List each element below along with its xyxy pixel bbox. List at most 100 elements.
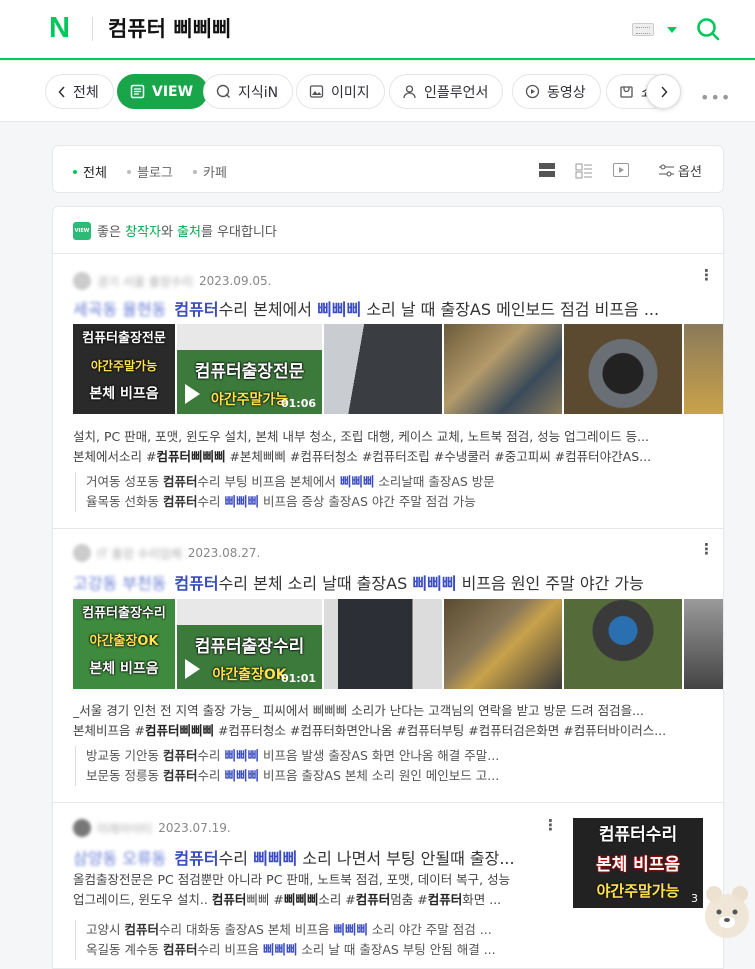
- thumbnail-caption: 본체 비프음: [89, 386, 159, 402]
- related-post-link[interactable]: 옥길동 계수동 컴퓨터수리 비프음 삐삐삐 소리 날 때 출장AS 부팅 안됨 …: [86, 940, 536, 960]
- related-post-link[interactable]: 고양시 컴퓨터수리 대화동 출장AS 본체 비프음 삐삐삐 소리 야간 주말 점…: [86, 920, 536, 940]
- author-info[interactable]: 미래아이티 2023.07.19.: [73, 819, 231, 837]
- related-post-link[interactable]: 거여동 성포동 컴퓨터수리 부팅 비프음 본체에서 삐삐삐 소리날때 출장AS …: [86, 472, 536, 492]
- hashtag-line: 본체에서소리 #컴퓨터삐삐삐 #본체삐삐 #컴퓨터청소 #컴퓨터조립 #수냉쿨러…: [73, 447, 713, 467]
- thumbnail-strip: 컴퓨터출장수리 야간출장OK 본체 비프음 컴퓨터출장수리 야간출장OK 01:…: [73, 599, 723, 689]
- search-tab-bar: 전체 VIEW 지식iN 이미지 인플루언서 동영상 쇼 •••: [0, 61, 755, 122]
- search-query-input[interactable]: 컴퓨터 삐삐삐: [108, 13, 231, 43]
- tab-video[interactable]: 동영상: [512, 74, 601, 109]
- hashtag-text: 소리 #: [318, 892, 356, 907]
- thumbnail-strip: 컴퓨터출장전문 야간주말가능 본체 비프음 컴퓨터출장전문 야간주말가능 01:…: [73, 324, 723, 414]
- title-text: 수리: [218, 849, 254, 868]
- notice-text: 좋은: [97, 225, 126, 240]
- result-title-link[interactable]: 세곡동 율현동 컴퓨터수리 본체에서 삐삐삐 소리 날 때 출장AS 메인보드 점…: [73, 296, 703, 320]
- kebab-menu-icon[interactable]: ⋮: [699, 542, 714, 557]
- thumbnail-caption: 컴퓨터수리: [598, 825, 678, 845]
- keyboard-icon[interactable]: [632, 23, 654, 36]
- title-highlight: 삐삐삐: [253, 849, 298, 868]
- filter-cafe[interactable]: 카페: [193, 162, 227, 181]
- thumbnail-image[interactable]: [564, 599, 682, 689]
- bear-mascot-icon: [705, 886, 749, 938]
- title-highlight: 삐삐삐: [317, 300, 362, 319]
- tab-all-label: 전체: [73, 84, 99, 101]
- play-icon: [185, 384, 200, 404]
- hashtag-highlight: 컴퓨터: [427, 892, 463, 907]
- tab-scroll-next-button[interactable]: [646, 74, 681, 109]
- hashtag-highlight: 컴퓨터삐삐삐: [156, 449, 226, 464]
- result-item: 경기 서울 출장수리 2023.09.05. ⋮ 세곡동 율현동 컴퓨터수리 본체…: [53, 253, 723, 528]
- tab-all[interactable]: 전체: [45, 74, 114, 109]
- search-icon[interactable]: [696, 17, 720, 41]
- result-item: 미래아이티 2023.07.19. ⋮ 삼양동 오류동 컴퓨터수리 삐삐삐 소리 …: [53, 802, 723, 968]
- thumbnail-image[interactable]: [684, 324, 723, 414]
- caret-down-icon[interactable]: [667, 27, 677, 33]
- thumbnail-image[interactable]: [444, 599, 562, 689]
- kebab-menu-icon[interactable]: ⋮: [699, 268, 714, 283]
- play-icon: [185, 659, 200, 679]
- title-text: 수리 본체에서: [218, 300, 318, 319]
- more-icon[interactable]: •••: [700, 88, 731, 107]
- hashtag-text: 멈춤 #: [390, 892, 428, 907]
- search-header: N 컴퓨터 삐삐삐: [0, 0, 755, 60]
- thumbnail-image[interactable]: [444, 324, 562, 414]
- options-button[interactable]: 옵션: [659, 161, 702, 180]
- shopping-icon: [620, 86, 633, 98]
- thumbnail-caption: 컴퓨터출장전문: [194, 362, 305, 382]
- avatar: [73, 272, 91, 290]
- video-view-icon[interactable]: [613, 163, 629, 177]
- post-date: 2023.09.05.: [198, 274, 272, 288]
- video-thumbnail[interactable]: 컴퓨터출장전문 야간주말가능 01:06: [177, 324, 322, 414]
- header-divider: [92, 17, 93, 41]
- author-name: 경기 서울 출장수리: [97, 274, 193, 289]
- related-posts: 거여동 성포동 컴퓨터수리 부팅 비프음 본체에서 삐삐삐 소리날때 출장AS …: [75, 472, 536, 512]
- naver-logo[interactable]: N: [49, 14, 70, 43]
- thumbnail-image[interactable]: 컴퓨터수리 본체 비프음 야간주말가능 3: [573, 818, 703, 908]
- tab-kin-label: 지식iN: [238, 84, 279, 101]
- thumbnail-image[interactable]: 컴퓨터출장수리 야간출장OK 본체 비프음: [73, 599, 175, 689]
- image-count: 3: [691, 892, 698, 905]
- notice-creator-link[interactable]: 창작자: [125, 225, 161, 240]
- thumbnail-image[interactable]: [684, 599, 723, 689]
- author-name: 미래아이티: [97, 821, 153, 836]
- chevron-right-icon: [660, 85, 668, 98]
- thumbnail-image[interactable]: [564, 324, 682, 414]
- thumbnail-caption: 컴퓨터출장전문: [82, 331, 166, 346]
- related-post-link[interactable]: 보문동 정릉동 컴퓨터수리 삐삐삐 비프음 출장AS 본체 소리 원인 메인보드…: [86, 766, 536, 786]
- related-post-link[interactable]: 방교동 기안동 컴퓨터수리 삐삐삐 비프음 발생 출장AS 화면 안나옴 해결 …: [86, 746, 536, 766]
- title-highlight: 삐삐삐: [412, 574, 457, 593]
- thumbnail-image[interactable]: [324, 599, 442, 689]
- tab-kin[interactable]: 지식iN: [203, 74, 294, 109]
- filter-blog-label: 블로그: [137, 166, 173, 181]
- notice-source-link[interactable]: 출처: [177, 225, 201, 240]
- thumbnail-image[interactable]: [324, 324, 442, 414]
- dot-icon: [193, 169, 197, 174]
- result-title-link[interactable]: 고강동 부천동 컴퓨터수리 본체 소리 날때 출장AS 삐삐삐 비프음 원인 주말…: [73, 570, 703, 594]
- tab-view[interactable]: VIEW: [117, 74, 209, 109]
- hashtag-text: 본체에서소리 #: [73, 449, 157, 464]
- thumbnail-image[interactable]: 컴퓨터출장전문 야간주말가능 본체 비프음: [73, 324, 175, 414]
- kebab-menu-icon[interactable]: ⋮: [543, 818, 558, 833]
- author-info[interactable]: 경기 서울 출장수리 2023.09.05.: [73, 272, 271, 290]
- list-view-icon[interactable]: [539, 163, 555, 177]
- hashtag-line: 본체비프음 #컴퓨터삐삐삐 #컴퓨터청소 #컴퓨터화면안나옴 #컴퓨터부팅 #컴…: [73, 721, 713, 741]
- thumbnail-caption: 야간출장OK: [89, 634, 159, 649]
- kin-icon: [216, 84, 230, 98]
- related-post-link[interactable]: 율목동 선화동 컴퓨터수리 삐삐삐 비프음 증상 출장AS 야간 주말 점검 가…: [86, 492, 536, 512]
- title-prefix: 삼양동 오류동: [73, 849, 167, 868]
- hashtag-text: 업그레이드, 윈도우 설치..: [73, 892, 212, 907]
- hashtag-text: 본체비프음 #: [73, 723, 145, 738]
- description-line: 올컴출장전문은 PC 점검뿐만 아니라 PC 판매, 노트북 점검, 포맷, 데…: [73, 872, 511, 887]
- tab-image[interactable]: 이미지: [296, 74, 385, 109]
- thumbnail-view-icon[interactable]: [575, 163, 593, 179]
- filter-all[interactable]: 전체: [73, 162, 107, 181]
- result-title-link[interactable]: 삼양동 오류동 컴퓨터수리 삐삐삐 소리 나면서 부팅 안될때 출장...: [73, 845, 553, 869]
- result-item: IT 출장 수리업체 2023.08.27. ⋮ 고강동 부천동 컴퓨터수리 본체…: [53, 528, 723, 802]
- hashtag-highlight: 컴퓨터: [211, 892, 247, 907]
- author-info[interactable]: IT 출장 수리업체 2023.08.27.: [73, 544, 260, 562]
- result-description: 올컴출장전문은 PC 점검뿐만 아니라 PC 판매, 노트북 점검, 포맷, 데…: [73, 870, 553, 910]
- filter-blog[interactable]: 블로그: [127, 162, 173, 181]
- video-thumbnail[interactable]: 컴퓨터출장수리 야간출장OK 01:01: [177, 599, 322, 689]
- video-duration: 01:06: [280, 397, 316, 410]
- title-highlight: 컴퓨터: [174, 300, 219, 319]
- tab-influencer[interactable]: 인플루언서: [389, 74, 504, 109]
